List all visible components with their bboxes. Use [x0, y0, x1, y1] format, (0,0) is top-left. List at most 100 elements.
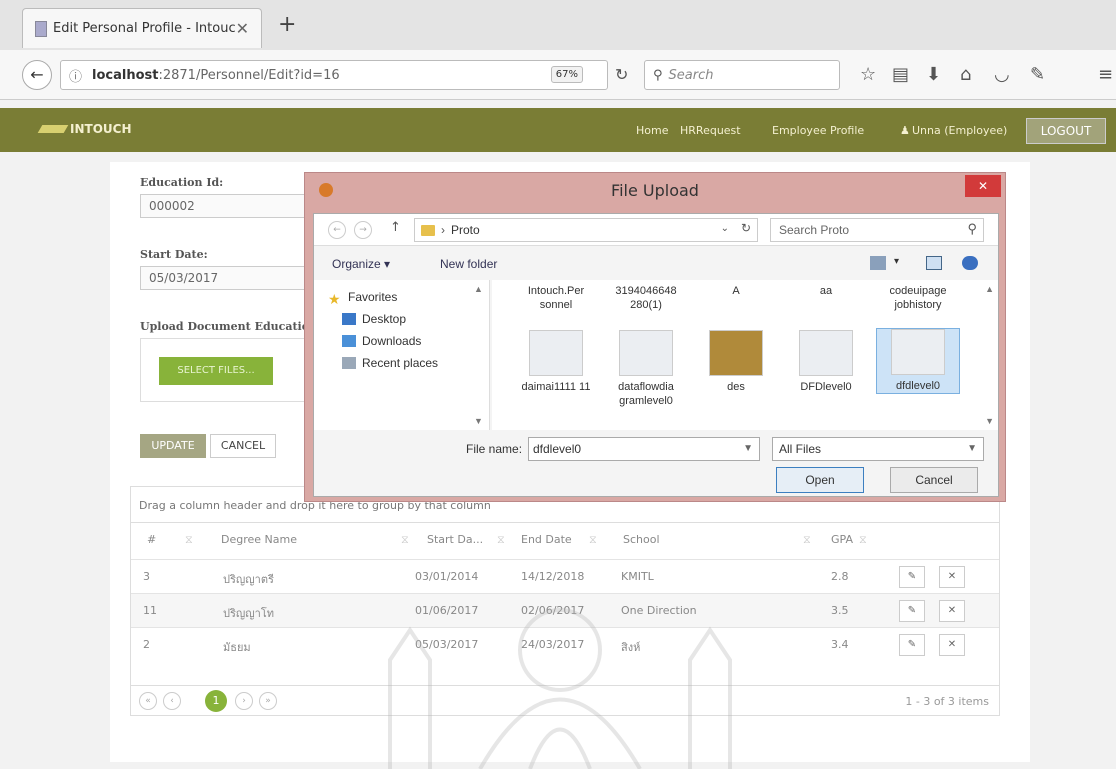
nav-hrrequest[interactable]: HRRequest [680, 124, 741, 137]
tree-item-favorites[interactable]: ★ Favorites [328, 290, 398, 307]
file-item[interactable]: dataflowdia gramlevel0 [604, 330, 688, 408]
view-options-icon[interactable] [870, 256, 886, 270]
back-icon[interactable]: ← [328, 221, 346, 239]
edit-icon[interactable]: ✎ [899, 566, 925, 588]
path-box[interactable]: › Proto ⌄ ↻ [414, 218, 758, 242]
first-page-icon[interactable]: « [139, 692, 157, 710]
scroll-up-icon[interactable]: ▲ [985, 284, 994, 294]
logo-text: INTOUCH [70, 122, 132, 136]
scroll-down-icon[interactable]: ▼ [474, 416, 483, 426]
file-item-selected[interactable]: dfdlevel0 [876, 328, 960, 394]
chevron-down-icon[interactable]: ▼ [743, 438, 753, 460]
search-placeholder: Search [668, 67, 714, 83]
forward-icon[interactable]: → [354, 221, 372, 239]
delete-icon[interactable]: ✕ [939, 566, 965, 588]
tree-item-downloads[interactable]: Downloads [342, 334, 421, 348]
nav-user[interactable]: Unna (Employee) [912, 124, 1007, 137]
file-item[interactable]: codeuipage jobhistory [876, 284, 960, 312]
cell-degree: มัธยม [223, 641, 251, 654]
column-header-id[interactable]: # [147, 533, 156, 546]
refresh-icon[interactable]: ↻ [741, 221, 751, 235]
education-id-label: Education Id: [140, 176, 224, 189]
file-item[interactable]: daimai1111 11 [514, 330, 598, 394]
tree-label: Favorites [348, 290, 398, 304]
preview-pane-icon[interactable] [926, 256, 942, 270]
search-input[interactable]: ⚲ Search [644, 60, 840, 90]
home-icon[interactable]: ⌂ [960, 64, 971, 85]
nav-employee-profile[interactable]: Employee Profile [772, 124, 864, 137]
menu-icon[interactable]: ≡ [1098, 64, 1113, 85]
tree-label: Downloads [362, 334, 422, 348]
file-item[interactable]: DFDlevel0 [784, 330, 868, 394]
download-icon[interactable]: ⬇ [926, 64, 941, 85]
edit-icon[interactable]: ✎ [899, 600, 925, 622]
scroll-up-icon[interactable]: ▲ [474, 284, 483, 294]
cancel-button[interactable]: CANCEL [210, 434, 276, 458]
column-header-degree[interactable]: Degree Name [221, 533, 297, 546]
info-icon[interactable]: ⓘ [69, 66, 82, 85]
tree-item-desktop[interactable]: Desktop [342, 312, 406, 326]
reading-list-icon[interactable]: ▤ [892, 64, 909, 85]
chevron-down-icon[interactable]: ▼ [967, 438, 977, 460]
dialog-cancel-button[interactable]: Cancel [890, 467, 978, 493]
file-item[interactable]: des [694, 330, 778, 394]
select-files-button[interactable]: SELECT FILES... [159, 357, 273, 385]
file-thumbnail [799, 330, 853, 376]
education-id-field[interactable]: 000002 [140, 194, 320, 218]
filter-icon[interactable]: ⧖ [859, 533, 867, 547]
chevron-down-icon[interactable]: ▾ [894, 256, 899, 267]
dialog-close-button[interactable]: ✕ [965, 175, 1001, 197]
close-icon[interactable]: ✕ [236, 19, 249, 38]
zoom-indicator[interactable]: 67% [550, 66, 583, 83]
help-icon[interactable] [962, 256, 978, 270]
cell-id: 3 [143, 570, 150, 583]
cell-id: 11 [143, 604, 157, 617]
column-header-gpa[interactable]: GPA [831, 533, 853, 546]
arch-shape [528, 727, 592, 769]
file-item[interactable]: aa [784, 284, 868, 298]
chevron-down-icon[interactable]: ⌄ [721, 223, 729, 234]
pocket-icon[interactable]: ◡ [994, 64, 1010, 85]
extension-icon[interactable]: ✎ [1030, 64, 1045, 85]
page-current[interactable]: 1 [205, 690, 227, 712]
emblem-circle [518, 608, 602, 692]
file-item[interactable]: Intouch.Per sonnel [514, 284, 598, 312]
update-button[interactable]: UPDATE [140, 434, 206, 458]
tab-edit-profile[interactable]: Edit Personal Profile - Intouc ✕ [22, 8, 262, 48]
start-date-field[interactable]: 05/03/2017 [140, 266, 320, 290]
spire-shape [388, 626, 432, 769]
logo[interactable]: INTOUCH [37, 122, 132, 136]
up-icon[interactable]: ↑ [390, 220, 401, 235]
recent-places-icon [342, 357, 356, 369]
filter-icon[interactable]: ⧖ [185, 533, 193, 547]
file-item[interactable]: A [694, 284, 778, 298]
last-page-icon[interactable]: » [259, 692, 277, 710]
back-button[interactable]: ← [22, 60, 52, 90]
organize-button[interactable]: Organize ▾ [332, 257, 390, 271]
delete-icon[interactable]: ✕ [939, 634, 965, 656]
bookmark-star-icon[interactable]: ☆ [860, 64, 876, 85]
search-proto-input[interactable]: Search Proto ⚲ [770, 218, 984, 242]
edit-icon[interactable]: ✎ [899, 634, 925, 656]
file-item[interactable]: 3194046648 280(1) [604, 284, 688, 312]
cell-gpa: 2.8 [831, 570, 849, 583]
new-tab-button[interactable]: + [278, 12, 296, 37]
tree-item-recent-places[interactable]: Recent places [342, 356, 438, 370]
nav-home[interactable]: Home [636, 124, 668, 137]
file-label: dfdlevel0 [895, 380, 941, 392]
new-folder-button[interactable]: New folder [440, 257, 497, 271]
folder-icon [421, 224, 435, 236]
open-button[interactable]: Open [776, 467, 864, 493]
address-bar[interactable]: ⓘ localhost :2871/Personnel/Edit?id=16 6… [60, 60, 608, 90]
logout-button[interactable]: LOGOUT [1026, 118, 1106, 144]
tab-title: Edit Personal Profile - Intouc [53, 21, 236, 36]
file-name-input[interactable]: dfdlevel0 ▼ [528, 437, 760, 461]
reload-icon[interactable]: ↻ [615, 65, 628, 84]
filter-icon[interactable]: ⧖ [803, 533, 811, 547]
delete-icon[interactable]: ✕ [939, 600, 965, 622]
prev-page-icon[interactable]: ‹ [163, 692, 181, 710]
next-page-icon[interactable]: › [235, 692, 253, 710]
file-type-select[interactable]: All Files ▼ [772, 437, 984, 461]
chevron-right-icon: › [441, 223, 445, 237]
scroll-down-icon[interactable]: ▼ [985, 416, 994, 426]
